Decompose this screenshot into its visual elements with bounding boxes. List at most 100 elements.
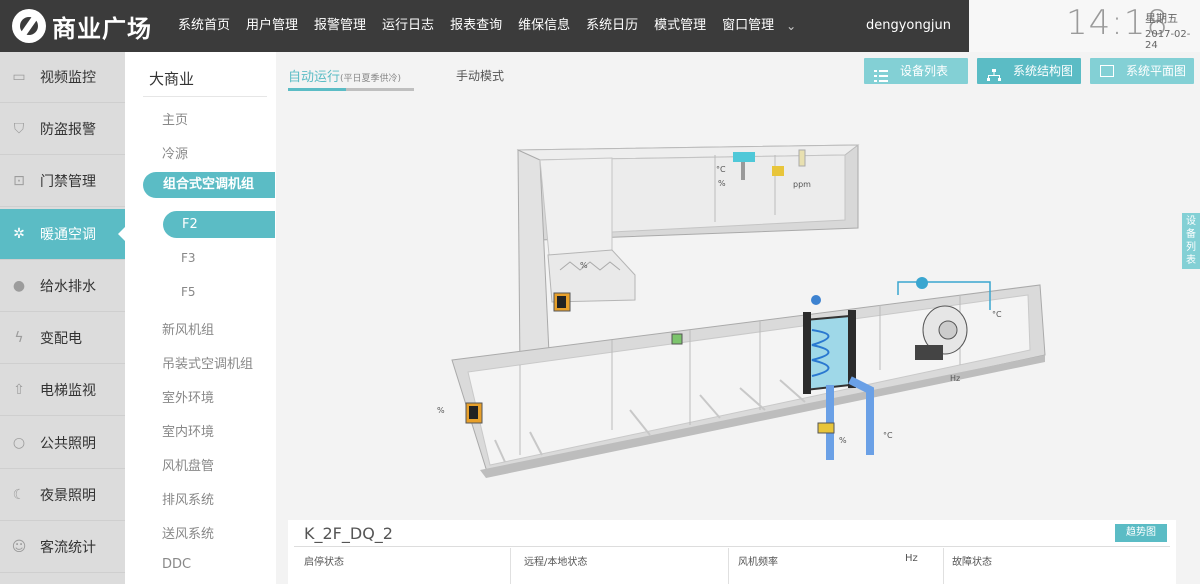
nav-home[interactable]: 系统首页 [170, 0, 238, 52]
list-icon [874, 65, 888, 82]
lightning-icon: ϟ [14, 330, 24, 346]
co2-sensor[interactable] [772, 166, 784, 176]
tab-auto-label: 自动运行 [288, 70, 341, 85]
sidebar-item-label: 客流统计 [40, 540, 96, 556]
username[interactable]: dengyongjun [866, 0, 951, 52]
subnav-child-f3[interactable]: F3 [181, 251, 196, 265]
tab-auto[interactable]: 自动运行(平日夏季供冷) [288, 66, 401, 85]
nav-reports[interactable]: 报表查询 [442, 0, 510, 52]
remote-local-label: 远程/本地状态 [524, 557, 588, 568]
temp-humidity-sensor[interactable] [733, 152, 755, 162]
water-drop-icon: ● [12, 278, 26, 294]
trend-chart-button[interactable]: 趋势图 [1115, 524, 1167, 542]
coil-valve-top[interactable] [811, 295, 821, 305]
side-tab-char: 备 [1186, 229, 1196, 240]
divider [943, 548, 944, 584]
fan-hz-label: Hz [950, 374, 960, 383]
system-structure-label: 系统结构图 [1013, 64, 1074, 78]
sidebar-item-lighting[interactable]: ○ 公共照明 [0, 418, 125, 469]
sidebar-item-traffic[interactable]: ☺ 客流统计 [0, 522, 125, 573]
hierarchy-icon [987, 65, 1001, 81]
top-percent-label: % [718, 179, 726, 188]
sidebar-item-hvac[interactable]: ✲ 暖通空调 [0, 209, 126, 260]
bulb-icon: ○ [12, 435, 26, 451]
sidebar-item-label: 变配电 [40, 331, 82, 347]
subnav-item-supply[interactable]: 送风系统 [162, 523, 214, 542]
valve-percent-label: % [839, 436, 847, 445]
subnav-item-indoor[interactable]: 室内环境 [162, 421, 214, 440]
subnav-item-ceiling-ahu[interactable]: 吊装式空调机组 [162, 353, 253, 372]
sub-nav: 大商业 主页 冷源 组合式空调机组 F2 F3 F5 新风机组 吊装式空调机组 … [125, 52, 276, 584]
run-status-label: 启停状态 [304, 557, 344, 568]
sidebar-item-label: 公共照明 [40, 436, 96, 452]
sidebar-item-label: 视频监控 [40, 70, 96, 86]
system-structure-button[interactable]: 系统结构图 [977, 58, 1081, 84]
camera-icon: ▭ [12, 69, 26, 85]
tab-auto-note: (平日夏季供冷) [340, 74, 402, 84]
people-icon: ☺ [11, 539, 27, 555]
filter-sensor[interactable] [671, 333, 683, 345]
logo-text: 商业广场 [52, 14, 152, 43]
top-bar: 商业广场 系统首页 用户管理 报警管理 运行日志 报表查询 维保信息 系统日历 … [0, 0, 1200, 52]
nav-modes[interactable]: 模式管理 [646, 0, 714, 52]
sidebar-item-night-lighting[interactable]: ☾ 夜景照明 [0, 470, 125, 521]
nav-calendar[interactable]: 系统日历 [578, 0, 646, 52]
damper-percent-label: % [580, 261, 588, 270]
fan-icon: ✲ [13, 226, 25, 242]
clock-weekday: 星期五 [1145, 12, 1178, 25]
subnav-item-home[interactable]: 主页 [162, 109, 188, 128]
main-panel: 自动运行(平日夏季供冷) 手动模式 设备列表 系统结构图 系统平面图 °C % … [276, 52, 1200, 584]
logo-icon [12, 9, 46, 43]
fault-status-label: 故障状态 [952, 557, 992, 568]
system-plan-label: 系统平面图 [1126, 64, 1187, 78]
sidebar-item-access[interactable]: ⊡ 门禁管理 [0, 156, 125, 207]
subnav-child-f5[interactable]: F5 [181, 285, 196, 299]
top-celsius-label: °C [716, 165, 726, 174]
nav-users[interactable]: 用户管理 [238, 0, 306, 52]
device-list-side-tab[interactable]: 设 备 列 表 [1182, 213, 1200, 269]
divider [728, 548, 729, 584]
sidebar-item-water[interactable]: ● 给水排水 [0, 261, 125, 312]
water-valve[interactable] [817, 422, 835, 434]
top-nav: 系统首页 用户管理 报警管理 运行日志 报表查询 维保信息 系统日历 模式管理 … [170, 0, 796, 52]
top-ppm-label: ppm [793, 180, 811, 189]
chevron-down-icon[interactable]: ⌄ [782, 0, 796, 52]
subnav-item-fan-coil[interactable]: 风机盘管 [162, 455, 214, 474]
nav-alarms[interactable]: 报警管理 [306, 0, 374, 52]
divider [510, 548, 511, 584]
tab-manual[interactable]: 手动模式 [456, 67, 504, 84]
sidebar-item-video[interactable]: ▭ 视频监控 [0, 52, 125, 103]
divider [294, 546, 1170, 547]
tab-underline [288, 88, 414, 91]
subnav-item-exhaust[interactable]: 排风系统 [162, 489, 214, 508]
nav-windows[interactable]: 窗口管理 [714, 0, 782, 52]
sidebar: ▭ 视频监控 ⛉ 防盗报警 ⊡ 门禁管理 ✲ 暖通空调 ● 给水排水 ϟ 变配电… [0, 52, 126, 584]
fan-frequency-label: 风机频率 [738, 557, 778, 568]
left-percent-label: % [437, 406, 445, 415]
subnav-item-fresh-air[interactable]: 新风机组 [162, 319, 214, 338]
nav-maintenance[interactable]: 维保信息 [510, 0, 578, 52]
subnav-item-ddc[interactable]: DDC [162, 557, 191, 572]
sidebar-item-elevator[interactable]: ⇧ 电梯监视 [0, 365, 125, 416]
device-list-button[interactable]: 设备列表 [864, 58, 968, 84]
sidebar-item-label: 夜景照明 [40, 488, 96, 504]
sidebar-item-burglar[interactable]: ⛉ 防盗报警 [0, 104, 125, 155]
floor-plan-icon [1100, 65, 1114, 77]
lock-icon: ⊡ [13, 173, 25, 189]
nav-logs[interactable]: 运行日志 [374, 0, 442, 52]
subnav-item-cold-source[interactable]: 冷源 [162, 143, 188, 162]
sidebar-item-label: 电梯监视 [40, 383, 96, 399]
subnav-item-ahu[interactable]: 组合式空调机组 [143, 172, 275, 198]
side-tab-char: 列 [1186, 242, 1196, 253]
system-plan-button[interactable]: 系统平面图 [1090, 58, 1194, 84]
logo[interactable]: 商业广场 [12, 8, 152, 44]
unit-info-panel: K_2F_DQ_2 趋势图 启停状态 远程/本地状态 风机频率 Hz 故障状态 [288, 520, 1176, 584]
unit-title: K_2F_DQ_2 [304, 524, 393, 543]
sidebar-item-power[interactable]: ϟ 变配电 [0, 313, 125, 364]
subnav-child-f2[interactable]: F2 [163, 211, 275, 238]
pressure-sensor[interactable] [916, 277, 928, 289]
fan-frequency-unit: Hz [905, 553, 918, 564]
fan-motor [915, 345, 943, 360]
subnav-item-outdoor[interactable]: 室外环境 [162, 387, 214, 406]
shield-icon: ⛉ [13, 121, 25, 137]
